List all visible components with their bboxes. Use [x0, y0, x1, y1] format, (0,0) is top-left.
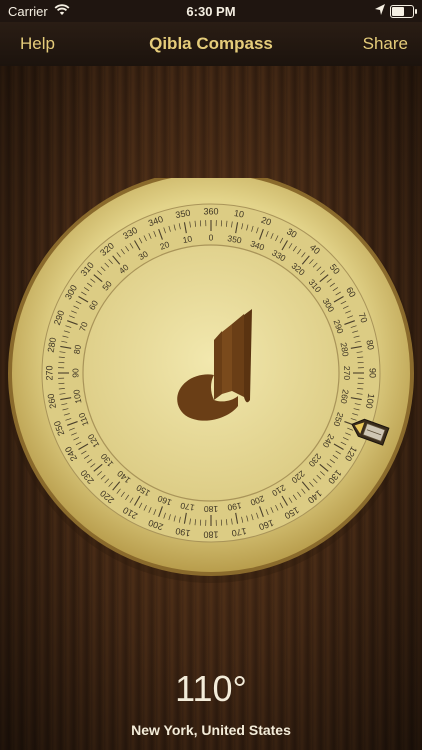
status-time: 6:30 PM [186, 4, 236, 19]
outer-degree-label: 80 [364, 339, 376, 351]
inner-degree-label: 0 [209, 232, 214, 242]
outer-degree-label: 270 [44, 365, 54, 380]
inner-degree-label: 10 [182, 234, 193, 246]
page-title: Qibla Compass [149, 34, 273, 53]
battery-icon [390, 5, 417, 18]
outer-degree-label: 10 [233, 208, 245, 220]
status-bar: Carrier 6:30 PM [0, 0, 422, 22]
inner-degree-label: 180 [204, 504, 218, 514]
heading-degrees: 110° [175, 668, 247, 709]
outer-degree-label: 90 [368, 368, 378, 378]
inner-degree-label: 90 [70, 368, 80, 378]
inner-degree-label: 80 [72, 344, 84, 355]
location-label: New York, United States [131, 722, 291, 738]
inner-degree-label: 270 [342, 366, 352, 380]
outer-degree-label: 360 [203, 206, 218, 216]
location-arrow-icon [375, 4, 385, 15]
share-button[interactable]: Share [363, 34, 408, 54]
compass-inner-face [82, 244, 340, 502]
navigation-bar: Help Qibla Compass Share [0, 22, 422, 67]
outer-degree-label: 180 [203, 530, 218, 540]
compass-dial[interactable]: 3601020304050607080901001101201301401501… [0, 178, 422, 600]
